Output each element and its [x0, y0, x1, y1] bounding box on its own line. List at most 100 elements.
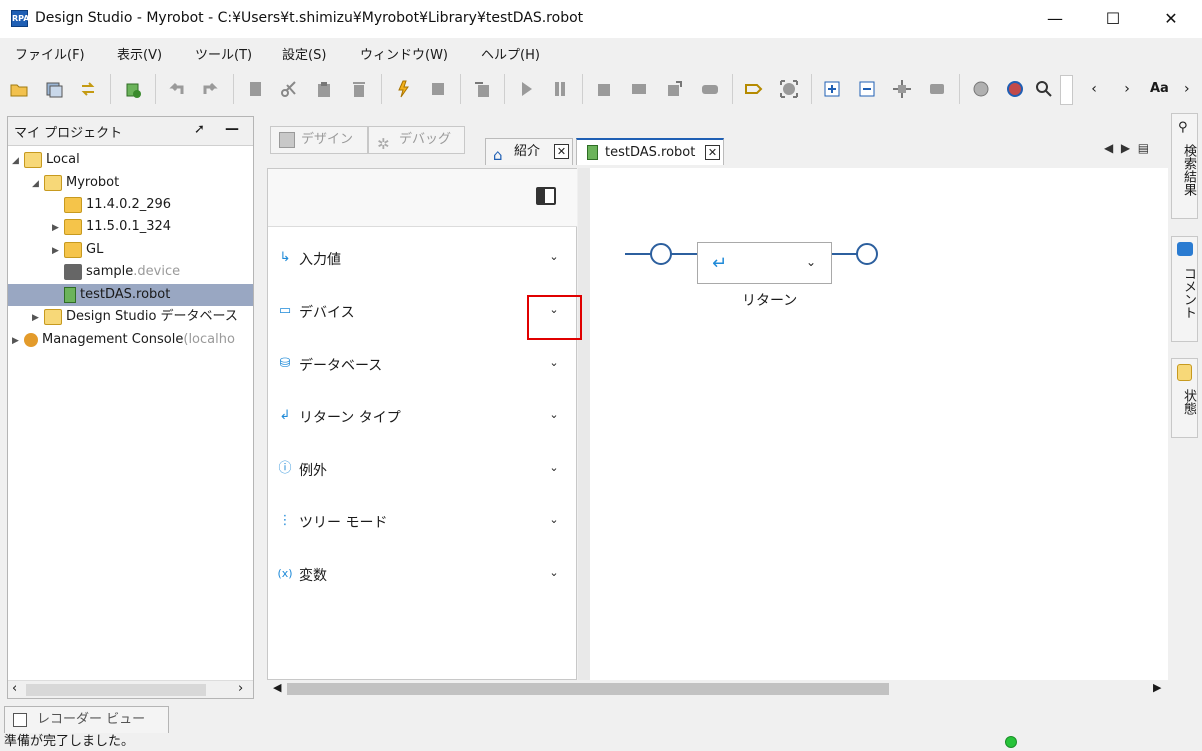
globe-icon[interactable] [971, 79, 991, 99]
variables-icon: (x) [277, 567, 293, 580]
side-tab-comments[interactable]: コメント [1171, 236, 1198, 342]
expand-icon[interactable] [822, 79, 842, 99]
collapse-icon[interactable] [857, 79, 877, 99]
scroll-left-icon[interactable]: ◀ [273, 681, 281, 694]
flow-end-node[interactable] [856, 243, 878, 265]
more-icon[interactable]: › [1184, 79, 1202, 99]
close-tab-icon[interactable]: ✕ [705, 145, 720, 160]
next-icon[interactable]: › [1117, 79, 1137, 99]
pause-icon[interactable] [550, 79, 570, 99]
search-icon[interactable] [1034, 79, 1054, 99]
tree-item-device[interactable]: sample.device [52, 261, 180, 283]
scroll-right-icon[interactable]: ▶ [1153, 681, 1161, 694]
tree-item-folder[interactable]: ▶ GL [52, 239, 103, 261]
collapse-arrow-icon[interactable]: ▶ [12, 330, 24, 352]
debug-mode-button[interactable]: ✲ デバッグ [368, 126, 465, 154]
menu-file[interactable]: ファイル(F) [15, 44, 85, 63]
step-into-icon[interactable] [472, 79, 492, 99]
play-icon[interactable] [516, 79, 536, 99]
close-tab-icon[interactable]: ✕ [554, 144, 569, 159]
step-4-icon[interactable] [700, 79, 720, 99]
tab-intro[interactable]: ⌂ 紹介 ✕ [485, 138, 573, 165]
panel-toggle-icon[interactable] [536, 187, 556, 205]
device-icon[interactable] [927, 79, 947, 99]
chevron-down-icon[interactable]: ⌄ [546, 563, 562, 583]
project-panel-scrollbar[interactable]: ‹ › [8, 680, 253, 698]
prev-icon[interactable]: ‹ [1084, 79, 1104, 99]
redo-icon[interactable] [200, 79, 220, 99]
step-input[interactable]: ↳ 入力値 ⌄ [268, 233, 577, 285]
chevron-down-icon[interactable]: ⌄ [546, 353, 562, 373]
step-3-icon[interactable] [664, 79, 684, 99]
globe-user-icon[interactable] [1006, 79, 1026, 99]
side-tab-search-results[interactable]: ⚲ 検索結果 [1171, 113, 1198, 219]
step-return-type[interactable]: ↲ リターン タイプ ⌄ [268, 391, 577, 443]
tree-item-database[interactable]: ▶ Design Studio データベース [32, 306, 238, 328]
chevron-down-icon[interactable]: ⌄ [546, 405, 562, 425]
scroll-thumb[interactable] [287, 683, 889, 695]
tree-item-myrobot[interactable]: ◢ Myrobot [32, 172, 119, 194]
minimize-panel-icon[interactable]: — [225, 121, 239, 137]
step-list-scrollbar[interactable] [578, 168, 590, 680]
add-robot-icon[interactable] [122, 79, 142, 99]
cut-icon[interactable] [279, 79, 299, 99]
chevron-down-icon[interactable]: ⌄ [806, 255, 816, 269]
toolbar-search-input[interactable] [1060, 75, 1073, 105]
step-exception[interactable]: ⓘ 例外 ⌄ [268, 444, 577, 496]
tree-item-folder[interactable]: ▶ 11.5.0.1_324 [52, 216, 171, 238]
tab-next-icon[interactable]: ▶ [1121, 141, 1130, 155]
refresh-icon[interactable] [78, 79, 98, 99]
tab-list-icon[interactable]: ▤ [1138, 141, 1149, 155]
tree-item-local[interactable]: ◢ Local [12, 149, 80, 171]
collapse-arrow-icon[interactable]: ▶ [52, 217, 64, 239]
expand-arrow-icon[interactable]: ◢ [32, 173, 44, 195]
close-button[interactable]: ✕ [1142, 0, 1200, 38]
undo-icon[interactable] [167, 79, 187, 99]
bulb-icon[interactable] [393, 79, 413, 99]
side-tab-state[interactable]: 状態 [1171, 358, 1198, 438]
scroll-right-icon[interactable]: › [238, 681, 243, 696]
node-icon[interactable] [892, 79, 912, 99]
step-1-icon[interactable] [594, 79, 614, 99]
menu-view[interactable]: 表示(V) [117, 44, 162, 63]
tab-prev-icon[interactable]: ◀ [1104, 141, 1113, 155]
flow-start-node[interactable] [650, 243, 672, 265]
chevron-down-icon[interactable]: ⌄ [546, 510, 562, 530]
step-2-icon[interactable] [629, 79, 649, 99]
scroll-thumb[interactable] [26, 684, 206, 696]
tree-item-folder[interactable]: 11.4.0.2_296 [52, 194, 171, 216]
step-tree-mode[interactable]: ⋮ ツリー モード ⌄ [268, 496, 577, 548]
tag-icon[interactable] [744, 79, 764, 99]
maximize-button[interactable]: ☐ [1084, 0, 1142, 38]
menu-window[interactable]: ウィンドウ(W) [360, 44, 448, 63]
step-variables[interactable]: (x) 変数 ⌄ [268, 549, 577, 601]
font-icon[interactable]: Aa [1150, 79, 1176, 99]
chevron-down-icon[interactable]: ⌄ [546, 247, 562, 267]
tree-item-management-console[interactable]: ▶ Management Console(localho [12, 329, 235, 351]
collapse-arrow-icon[interactable]: ▶ [52, 240, 64, 262]
minimize-button[interactable]: — [1026, 0, 1084, 38]
menu-settings[interactable]: 設定(S) [282, 44, 326, 63]
chevron-down-icon[interactable]: ⌄ [546, 458, 562, 478]
step-database[interactable]: ⛁ データベース ⌄ [268, 339, 577, 391]
scroll-left-icon[interactable]: ‹ [12, 681, 17, 696]
collapse-arrow-icon[interactable]: ▶ [32, 307, 44, 329]
tab-testdas-robot[interactable]: testDAS.robot ✕ [576, 138, 724, 165]
robot-canvas[interactable] [590, 168, 1168, 680]
return-step-box[interactable]: ↵ ⌄ [697, 242, 832, 284]
focus-icon[interactable] [779, 79, 799, 99]
save-all-icon[interactable] [44, 79, 64, 99]
tree-item-robot-selected[interactable]: testDAS.robot [8, 284, 253, 306]
editor-hscrollbar[interactable]: ◀ ▶ [267, 680, 1167, 698]
menu-tools[interactable]: ツール(T) [195, 44, 252, 63]
paste-icon[interactable] [314, 79, 334, 99]
delete-icon[interactable] [349, 79, 369, 99]
menu-help[interactable]: ヘルプ(H) [481, 44, 540, 63]
open-folder-icon[interactable] [9, 79, 29, 99]
pin-icon[interactable]: ➚ [194, 122, 205, 137]
stop-icon[interactable] [428, 79, 448, 99]
expand-arrow-icon[interactable]: ◢ [12, 150, 24, 172]
copy-icon[interactable] [245, 79, 265, 99]
recorder-view-tab[interactable]: レコーダー ビュー [4, 706, 169, 734]
design-mode-button[interactable]: デザイン [270, 126, 368, 154]
